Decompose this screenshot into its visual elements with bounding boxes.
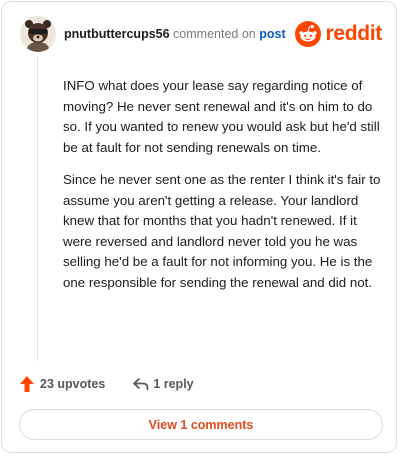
avatar-icon xyxy=(20,16,56,52)
reply-count[interactable]: 1 reply xyxy=(153,377,193,391)
post-link[interactable]: post xyxy=(259,27,285,41)
upvote-count[interactable]: 23 upvotes xyxy=(40,377,105,391)
comment-paragraph: INFO what does your lease say regarding … xyxy=(63,78,380,155)
action-text: commented on xyxy=(173,27,256,41)
reply-arrow-icon[interactable] xyxy=(132,377,149,391)
thread-line xyxy=(37,56,38,361)
avatar[interactable] xyxy=(20,16,56,52)
reddit-brand[interactable]: reddit xyxy=(295,20,382,48)
view-comments-label: View 1 comments xyxy=(148,417,254,432)
comment-header: pnutbuttercups56 commented on post reddi… xyxy=(20,16,382,54)
header-text: pnutbuttercups56 commented on post xyxy=(64,27,286,41)
reddit-wordmark: reddit xyxy=(325,22,382,45)
view-comments-button[interactable]: View 1 comments xyxy=(19,409,383,440)
username-link[interactable]: pnutbuttercups56 xyxy=(64,27,170,41)
upvote-arrow-icon[interactable] xyxy=(19,375,35,393)
reddit-logo-icon xyxy=(295,21,322,47)
comment-body: INFO what does your lease say regarding … xyxy=(63,76,381,305)
comment-card: pnutbuttercups56 commented on post reddi… xyxy=(1,1,397,453)
comment-actions: 23 upvotes 1 reply xyxy=(19,374,194,394)
comment-paragraph: Since he never sent one as the renter I … xyxy=(63,172,381,290)
